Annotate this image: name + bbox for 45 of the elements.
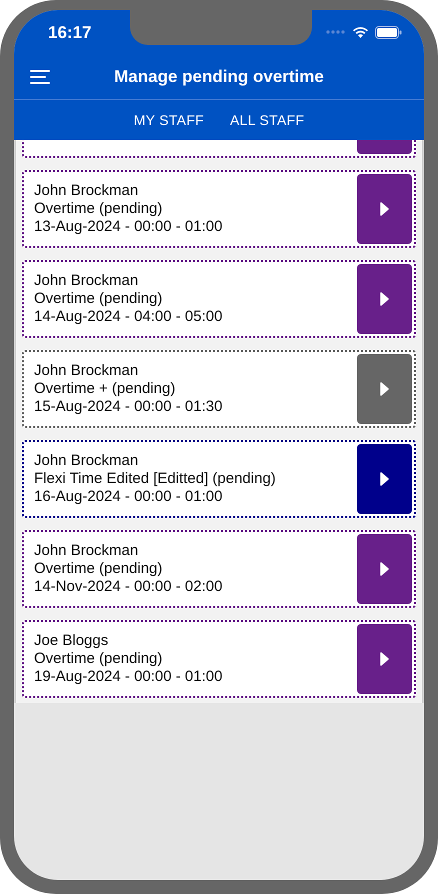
menu-icon bbox=[30, 70, 50, 84]
request-type: Flexi Time Edited [Editted] (pending) bbox=[34, 470, 276, 488]
request-time: 13-Aug-2024 - 00:00 - 01:00 bbox=[34, 218, 222, 236]
request-time: 19-Aug-2024 - 00:00 - 01:00 bbox=[34, 668, 222, 686]
clock: 16:17 bbox=[48, 22, 92, 44]
tab[interactable]: ALL STAFF bbox=[228, 110, 306, 130]
open-button[interactable] bbox=[357, 354, 412, 424]
request-type: Overtime + (pending) bbox=[34, 380, 176, 398]
wifi-icon bbox=[352, 26, 369, 38]
employee-name: John Brockman bbox=[34, 272, 140, 290]
play-icon bbox=[380, 202, 389, 216]
employee-name: Joe Bloggs bbox=[34, 632, 110, 650]
request-time: 15-Aug-2024 - 00:00 - 01:30 bbox=[34, 398, 222, 416]
request-card[interactable]: John Brockman Overtime (pending) 14-Nov-2024 - 00:00 - 02:00 bbox=[22, 530, 416, 608]
play-icon bbox=[380, 292, 389, 306]
request-type: Overtime (pending) bbox=[34, 650, 164, 668]
tab[interactable]: MY STAFF bbox=[132, 110, 206, 130]
menu-button[interactable] bbox=[28, 68, 52, 86]
employee-name: John Brockman bbox=[34, 182, 140, 200]
request-card[interactable]: Joe Bloggs Overtime (pending) 19-Aug-2024 - 00:00 - 01:00 bbox=[22, 620, 416, 698]
request-card[interactable]: John Brockman Overtime + (pending) 15-Aug-2024 - 00:00 - 01:30 bbox=[22, 350, 416, 428]
request-card[interactable]: John Brockman Overtime (pending) 14-Aug-2024 - 04:00 - 05:00 bbox=[22, 260, 416, 338]
play-icon bbox=[380, 472, 389, 486]
open-button[interactable] bbox=[357, 444, 412, 514]
play-icon bbox=[380, 562, 389, 576]
request-time: 14-Aug-2024 - 04:00 - 05:00 bbox=[34, 308, 222, 326]
open-button[interactable] bbox=[357, 624, 412, 694]
employee-name: John Brockman bbox=[34, 542, 140, 560]
request-type: Overtime (pending) bbox=[34, 200, 164, 218]
play-icon bbox=[380, 382, 389, 396]
open-button[interactable] bbox=[357, 264, 412, 334]
play-icon bbox=[380, 652, 389, 666]
request-type: Overtime (pending) bbox=[34, 560, 164, 578]
request-time: 14-Nov-2024 - 00:00 - 02:00 bbox=[34, 578, 222, 596]
page-title: Manage pending overtime bbox=[114, 66, 324, 88]
employee-name: John Brockman bbox=[34, 452, 140, 470]
signal-icon bbox=[326, 30, 346, 34]
request-time: 16-Aug-2024 - 00:00 - 01:00 bbox=[34, 488, 224, 506]
open-button[interactable] bbox=[357, 534, 412, 604]
request-card[interactable]: John Brockman Overtime (pending) 13-Aug-2024 - 00:00 - 01:00 bbox=[22, 170, 416, 248]
open-button[interactable] bbox=[357, 174, 412, 244]
request-card[interactable]: John Brockman Flexi Time Edited [Editted] (pending) 16-Aug-2024 - 00:00 - 01:00 bbox=[22, 440, 416, 518]
battery-icon bbox=[375, 26, 402, 38]
request-type: Overtime (pending) bbox=[34, 290, 164, 308]
employee-name: John Brockman bbox=[34, 362, 140, 380]
